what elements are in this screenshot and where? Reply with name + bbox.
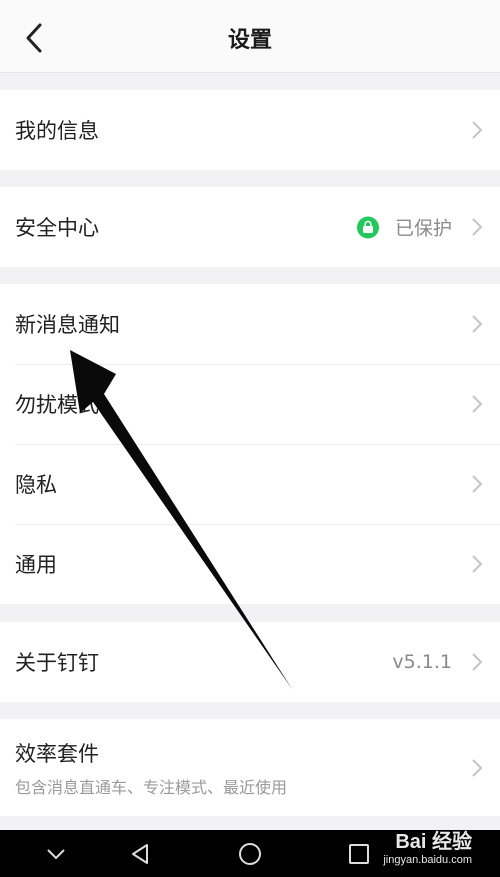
item-label: 安全中心 — [15, 216, 99, 240]
lock-icon — [356, 216, 379, 238]
settings-item-notifications[interactable]: 新消息通知 — [0, 284, 500, 364]
watermark-brand: Bai 经验 — [395, 831, 472, 853]
group-security: 安全中心 已保护 — [0, 187, 500, 267]
security-status: 已保护 — [356, 214, 452, 241]
settings-item-security-center[interactable]: 安全中心 已保护 — [0, 187, 500, 267]
item-label: 勿扰模式 — [15, 393, 99, 417]
group-profile: 我的信息 — [0, 90, 500, 170]
top-bar: 设置 — [0, 0, 500, 73]
chevron-right-icon — [472, 395, 483, 413]
chevron-right-icon — [472, 121, 483, 139]
security-status-text: 已保护 — [394, 217, 452, 240]
settings-item-privacy[interactable]: 隐私 — [0, 444, 500, 524]
version-text: v5.1.1 — [392, 651, 452, 673]
page-title: 设置 — [227, 28, 272, 53]
item-label: 新消息通知 — [15, 313, 120, 337]
settings-item-general[interactable]: 通用 — [0, 524, 500, 604]
recents-square-icon[interactable] — [347, 842, 371, 866]
back-triangle-icon[interactable] — [128, 842, 152, 866]
item-label: 关于钉钉 — [15, 651, 99, 675]
group-productivity: 效率套件 包含消息直通车、专注模式、最近使用 — [0, 719, 500, 816]
item-label: 隐私 — [15, 473, 57, 497]
settings-item-about[interactable]: 关于钉钉 v5.1.1 — [0, 622, 500, 702]
chevron-right-icon — [472, 218, 483, 236]
item-sublabel: 包含消息直通车、专注模式、最近使用 — [15, 777, 288, 797]
chevron-right-icon — [472, 555, 483, 573]
chevron-right-icon — [472, 475, 483, 493]
item-label: 效率套件 — [15, 741, 99, 766]
group-about: 关于钉钉 v5.1.1 — [0, 622, 500, 702]
settings-item-my-info[interactable]: 我的信息 — [0, 90, 500, 170]
settings-item-do-not-disturb[interactable]: 勿扰模式 — [0, 364, 500, 444]
item-label: 我的信息 — [15, 119, 99, 143]
chevron-right-icon — [472, 758, 483, 777]
chevron-down-icon[interactable] — [44, 842, 68, 866]
group-preferences: 新消息通知 勿扰模式 隐私 通用 — [0, 284, 500, 604]
watermark-url: jingyan.baidu.com — [383, 854, 472, 866]
item-label: 通用 — [15, 553, 57, 577]
watermark: Bai 经验 jingyan.baidu.com — [383, 832, 472, 866]
settings-item-productivity-suite[interactable]: 效率套件 包含消息直通车、专注模式、最近使用 — [0, 719, 500, 816]
chevron-right-icon — [472, 315, 483, 333]
home-circle-icon[interactable] — [238, 842, 262, 866]
chevron-right-icon — [472, 653, 483, 671]
